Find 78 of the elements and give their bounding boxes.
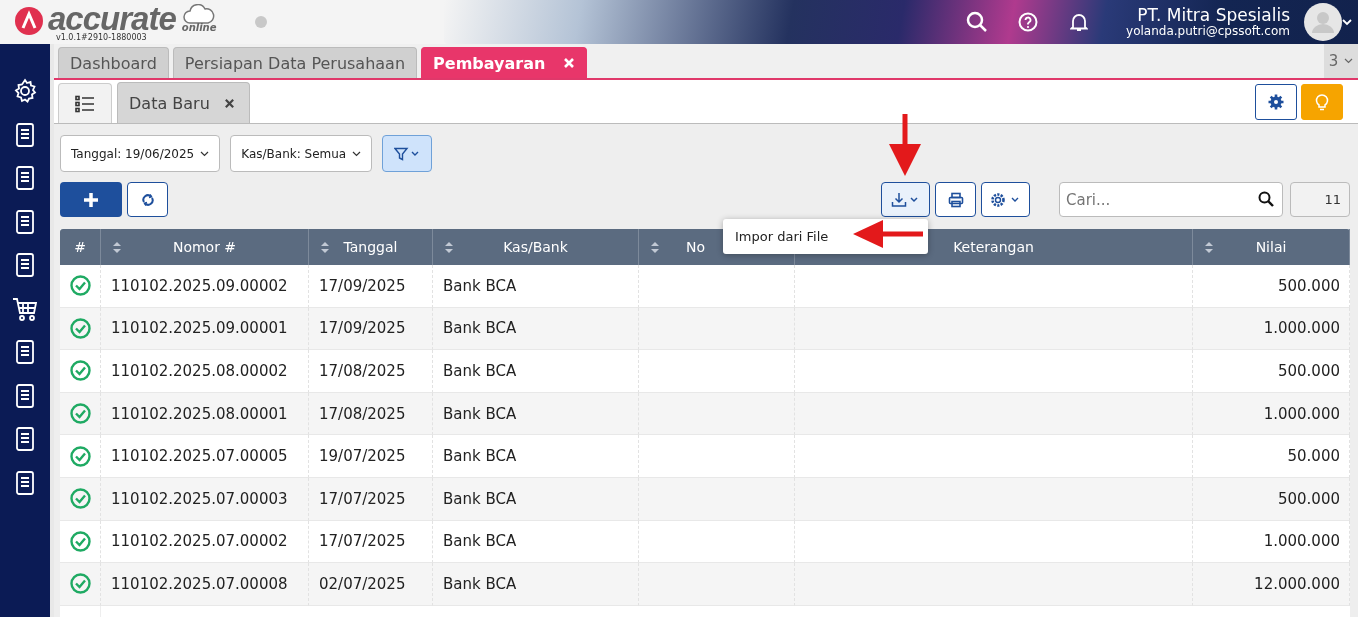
settings-dropdown[interactable] [981, 182, 1030, 217]
table-cell: 110102.2025.07.00005 [101, 435, 309, 478]
refresh-button[interactable] [127, 182, 168, 217]
table-cell: 500.000 [1193, 265, 1350, 308]
download-icon [890, 191, 921, 208]
table-cell: 110102.2025.07.00008 [101, 563, 309, 606]
sort-icon[interactable] [321, 241, 329, 253]
table-cell: 19/07/2025 [309, 435, 433, 478]
record-count: 11 [1290, 182, 1350, 217]
data-tab[interactable]: Data Baru [117, 82, 250, 123]
list-view-button[interactable] [58, 83, 112, 123]
sort-icon[interactable] [651, 241, 659, 253]
sort-icon[interactable] [113, 241, 121, 253]
table-cell: 110102.2025.07.00003 [101, 477, 309, 521]
sort-icon[interactable] [1205, 241, 1213, 253]
check-circle-icon [69, 403, 91, 425]
chevron-down-icon [200, 150, 210, 157]
chevron-down-icon [1344, 58, 1354, 64]
company-name: PT. Mitra Spesialis [1137, 6, 1290, 25]
logo-text: accurate [48, 4, 176, 34]
table-cell: Bank BCA [433, 435, 639, 478]
settings-button[interactable] [1255, 84, 1297, 120]
table-cell: Bank BCA [433, 265, 639, 308]
table-cell: 02/07/2025 [309, 563, 433, 606]
tab-count-dropdown[interactable]: 3 [1324, 44, 1358, 78]
logo-icon [14, 6, 44, 36]
chevron-down-icon[interactable] [1342, 18, 1352, 26]
tab[interactable]: Persiapan Data Perusahaan [172, 47, 418, 78]
user-email: yolanda.putri@cpssoft.com [1126, 24, 1290, 38]
table-cell: 17/07/2025 [309, 477, 433, 521]
check-circle-icon [69, 275, 91, 297]
funnel-icon [394, 146, 421, 161]
version-text: v1.0.1#2910-1880003 [56, 34, 148, 42]
annotation-arrow [853, 219, 923, 249]
table-cell: 12.000.000 [1193, 563, 1350, 606]
print-button[interactable] [935, 182, 976, 217]
avatar-icon[interactable] [1304, 3, 1342, 41]
bell-icon[interactable] [1070, 12, 1089, 32]
check-circle-icon [69, 488, 91, 510]
check-circle-icon [69, 573, 91, 595]
check-circle-icon [69, 360, 91, 382]
close-icon[interactable] [223, 97, 235, 109]
table-cell: 110102.2025.08.00002 [101, 350, 309, 393]
sort-icon[interactable] [445, 241, 453, 253]
filter-dropdown[interactable]: Kas/Bank: Semua [230, 135, 373, 172]
table-cell: 500.000 [1193, 350, 1350, 393]
lightbulb-icon [1314, 93, 1330, 111]
annotation-arrow [887, 114, 923, 176]
help-icon[interactable] [1018, 12, 1039, 32]
search-icon[interactable] [966, 11, 989, 33]
table-cell: Bank BCA [433, 563, 639, 606]
table-cell: 500.000 [1193, 477, 1350, 521]
refresh-icon [140, 192, 155, 207]
filter-dropdown[interactable]: Tanggal: 19/06/2025 [60, 135, 221, 172]
table-cell: 50.000 [1193, 435, 1350, 478]
check-circle-icon [69, 445, 91, 467]
status-dot [254, 16, 267, 28]
table-cell: Bank BCA [433, 350, 639, 393]
table-cell: 17/09/2025 [309, 265, 433, 308]
search-icon[interactable] [1258, 191, 1274, 207]
logo-subtext: online [181, 22, 217, 33]
tab[interactable]: Pembayaran [421, 47, 588, 78]
filter-button[interactable] [382, 135, 433, 172]
plus-icon [83, 191, 99, 208]
chevron-down-icon [352, 150, 362, 157]
list-icon [75, 94, 95, 113]
table-cell: 17/08/2025 [309, 350, 433, 393]
search-field[interactable]: Cari... [1059, 182, 1283, 217]
add-button[interactable] [60, 182, 122, 217]
tab[interactable]: Dashboard [58, 47, 169, 78]
printer-icon [947, 191, 964, 208]
cloud-icon [182, 4, 217, 24]
check-circle-icon [69, 530, 91, 552]
import-button[interactable] [881, 182, 930, 217]
check-circle-icon [69, 317, 91, 339]
gear-icon [1268, 94, 1284, 110]
table-cell: Bank BCA [433, 477, 639, 521]
table-cell: 110102.2025.09.00002 [101, 265, 309, 308]
